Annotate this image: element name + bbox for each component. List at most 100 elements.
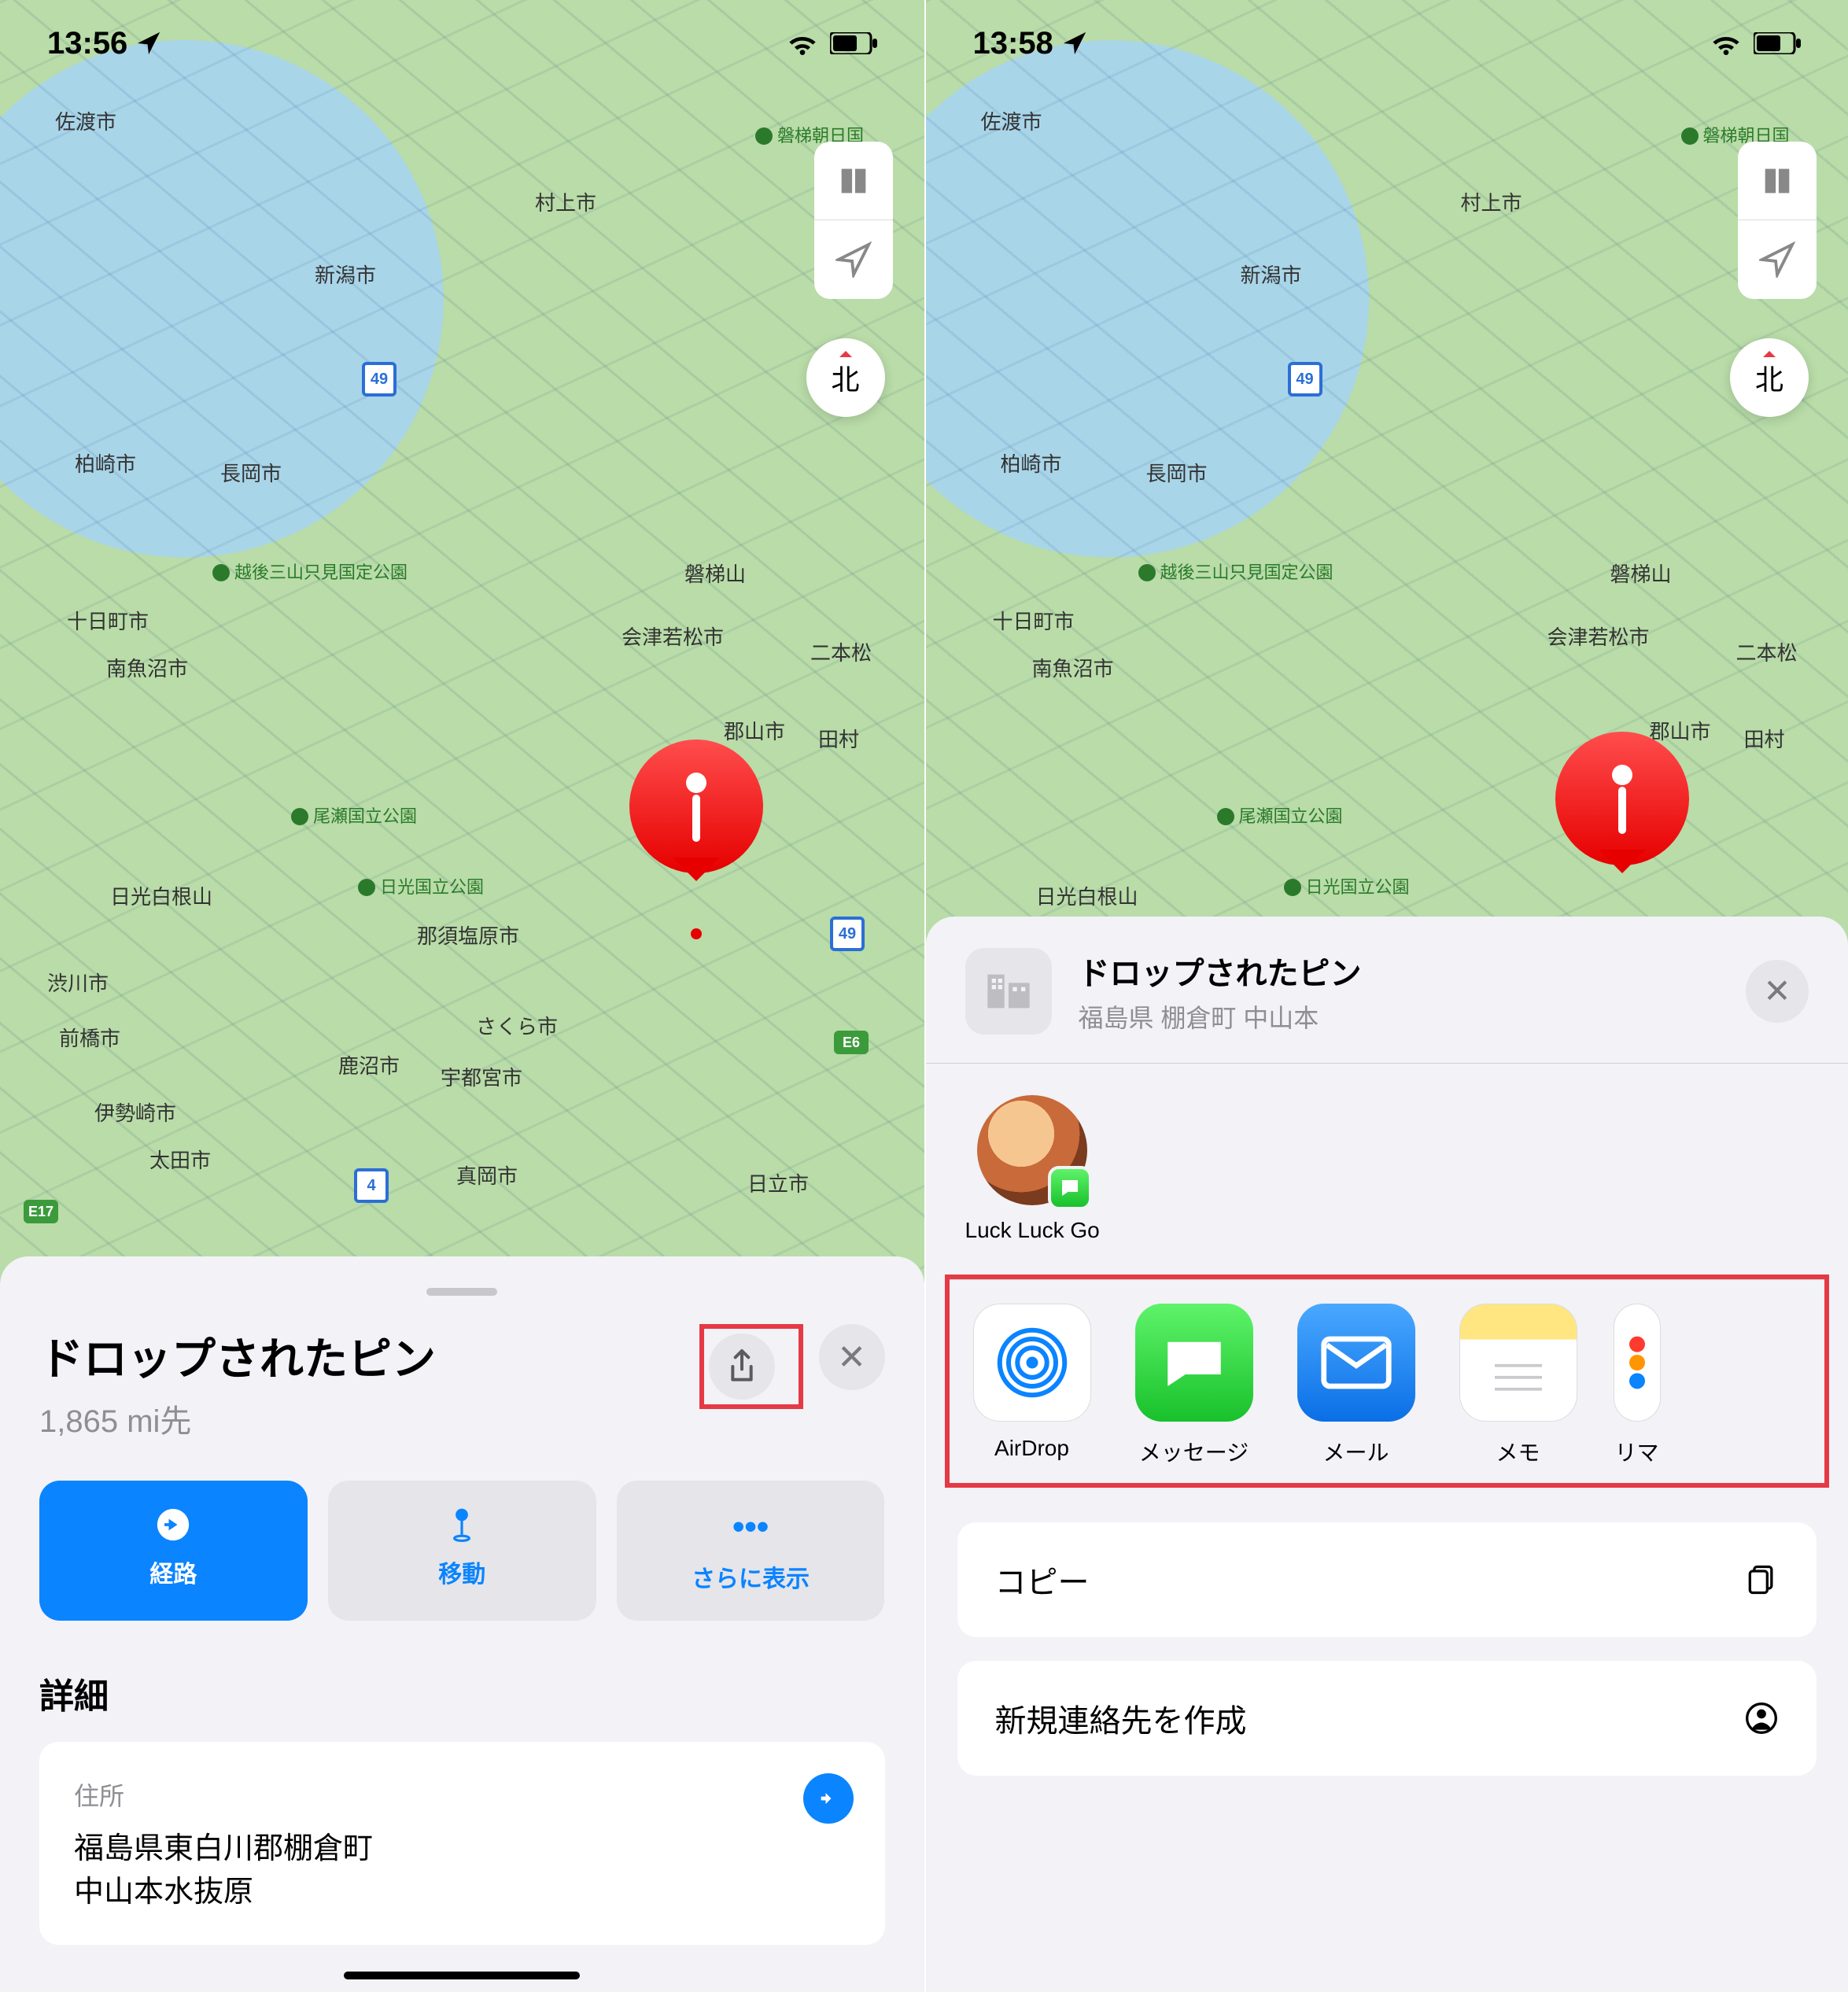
map-park-label: 尾瀬国立公園 bbox=[1217, 802, 1343, 828]
contact-icon bbox=[1744, 1701, 1779, 1736]
map-city-label: 南魚沼市 bbox=[1032, 653, 1114, 682]
map-city-label: 佐渡市 bbox=[981, 106, 1042, 135]
app-label: AirDrop bbox=[994, 1436, 1069, 1461]
route-shield: 4 bbox=[354, 1168, 389, 1203]
map-city-label: 長岡市 bbox=[1146, 458, 1208, 487]
locate-me-button[interactable] bbox=[1738, 220, 1817, 299]
map-layers-button[interactable] bbox=[1738, 142, 1817, 220]
address-card[interactable]: 住所 福島県東白川郡棚倉町 中山本水抜原 bbox=[39, 1742, 885, 1945]
place-thumbnail-icon bbox=[965, 948, 1052, 1035]
share-contact[interactable]: Luck Luck Go bbox=[965, 1095, 1100, 1243]
map-mode-buttons bbox=[1738, 142, 1817, 299]
place-title: ドロップされたピン bbox=[39, 1324, 699, 1388]
locate-me-button[interactable] bbox=[814, 220, 893, 299]
address-label: 住所 bbox=[74, 1776, 850, 1813]
map-park-label: 日光国立公園 bbox=[1284, 873, 1410, 898]
map-city-label: 太田市 bbox=[149, 1145, 211, 1174]
notes-icon bbox=[1459, 1304, 1577, 1422]
share-sheet: ドロップされたピン 福島県 棚倉町 中山本 ✕ Luck Luck Go bbox=[926, 917, 1848, 1992]
compass-button[interactable]: 北 bbox=[1730, 338, 1809, 417]
share-app-messages[interactable]: メッセージ bbox=[1127, 1304, 1261, 1467]
status-bar: 13:56 bbox=[0, 0, 924, 87]
map-mode-buttons bbox=[814, 142, 893, 299]
move-pin-button[interactable]: 移動 bbox=[328, 1481, 596, 1621]
compass-button[interactable]: 北 bbox=[806, 338, 885, 417]
contact-avatar bbox=[977, 1095, 1087, 1205]
share-apps-highlight-box: AirDrop メッセージ メール bbox=[945, 1275, 1830, 1488]
map-city-label: 日光白根山 bbox=[110, 881, 212, 910]
map-park-label: 越後三山只見国定公園 bbox=[212, 559, 408, 584]
share-subtitle: 福島県 棚倉町 中山本 bbox=[1079, 998, 1747, 1035]
reminders-icon bbox=[1614, 1304, 1661, 1422]
more-button[interactable]: ••• さらに表示 bbox=[617, 1481, 885, 1621]
card-grabber[interactable] bbox=[426, 1288, 497, 1296]
location-services-icon bbox=[135, 30, 162, 57]
directions-label: 経路 bbox=[149, 1555, 197, 1589]
close-button[interactable]: ✕ bbox=[819, 1324, 885, 1390]
route-shield: 49 bbox=[1288, 362, 1322, 397]
map-city-label: 那須塩原市 bbox=[417, 920, 519, 950]
address-line-1: 福島県東白川郡棚倉町 bbox=[74, 1824, 850, 1867]
map-city-label: 宇都宮市 bbox=[441, 1062, 522, 1091]
screen-pin-card: 13:56 北 ドロップされたピン bbox=[0, 0, 924, 1992]
map-park-label: 尾瀬国立公園 bbox=[291, 802, 417, 828]
close-button[interactable]: ✕ bbox=[1746, 960, 1809, 1023]
dropped-pin-marker[interactable] bbox=[1555, 732, 1689, 897]
battery-icon bbox=[830, 32, 877, 54]
map-city-label: 二本松 bbox=[1736, 637, 1798, 666]
map-city-label: 南魚沼市 bbox=[106, 653, 188, 682]
map-city-label: 磐梯山 bbox=[684, 559, 746, 588]
map-city-label: 柏崎市 bbox=[1001, 448, 1062, 478]
share-highlight-box bbox=[699, 1324, 803, 1409]
share-app-mail[interactable]: メール bbox=[1289, 1304, 1423, 1467]
details-heading: 詳細 bbox=[39, 1668, 885, 1718]
map-city-label: 田村 bbox=[1744, 724, 1785, 753]
share-app-notes[interactable]: メモ bbox=[1451, 1304, 1585, 1467]
directions-button[interactable]: 経路 bbox=[39, 1481, 308, 1621]
map-city-label: 会津若松市 bbox=[622, 622, 724, 651]
copy-action[interactable]: コピー bbox=[957, 1522, 1817, 1637]
map-city-label: さくら市 bbox=[476, 1011, 558, 1040]
share-apps-row: AirDrop メッセージ メール bbox=[965, 1304, 1809, 1467]
map-city-label: 渋川市 bbox=[47, 968, 109, 997]
map-city-label: 二本松 bbox=[810, 637, 872, 666]
share-button[interactable] bbox=[709, 1334, 775, 1400]
move-pin-icon bbox=[446, 1507, 478, 1542]
share-actions-list: コピー bbox=[957, 1522, 1817, 1637]
place-card: ドロップされたピン 1,865 mi先 ✕ 経路 移動 bbox=[0, 1256, 924, 1992]
copy-icon bbox=[1744, 1562, 1779, 1597]
map-park-label: 越後三山只見国定公園 bbox=[1138, 559, 1333, 584]
map-city-label: 磐梯山 bbox=[1610, 559, 1672, 588]
status-bar: 13:58 bbox=[926, 0, 1848, 87]
share-actions-list-2: 新規連絡先を作成 bbox=[957, 1661, 1817, 1776]
dropped-pin-marker[interactable] bbox=[629, 740, 763, 905]
share-app-reminders[interactable]: リマ bbox=[1614, 1304, 1661, 1467]
map-city-label: 新潟市 bbox=[315, 260, 376, 289]
wifi-icon bbox=[1710, 31, 1743, 55]
address-directions-icon[interactable] bbox=[803, 1773, 854, 1824]
map-city-label: 長岡市 bbox=[220, 458, 282, 487]
map-city-label: 十日町市 bbox=[67, 606, 149, 635]
home-indicator[interactable] bbox=[344, 1972, 580, 1979]
airdrop-icon bbox=[973, 1304, 1091, 1422]
status-time: 13:56 bbox=[47, 26, 127, 61]
new-contact-action[interactable]: 新規連絡先を作成 bbox=[957, 1661, 1817, 1776]
location-services-icon bbox=[1061, 30, 1088, 57]
map-city-label: 前橋市 bbox=[59, 1023, 120, 1052]
contact-name: Luck Luck Go bbox=[965, 1218, 1100, 1243]
more-icon: ••• bbox=[732, 1507, 769, 1547]
messages-icon bbox=[1135, 1304, 1253, 1422]
share-app-airdrop[interactable]: AirDrop bbox=[965, 1304, 1099, 1467]
status-time: 13:58 bbox=[973, 26, 1053, 61]
more-label: さらに表示 bbox=[692, 1559, 810, 1594]
screen-share-sheet: 13:58 北 bbox=[924, 0, 1848, 1992]
map-city-label: 真岡市 bbox=[456, 1160, 518, 1190]
map-park-label: 日光国立公園 bbox=[358, 873, 484, 898]
messages-badge-icon bbox=[1048, 1166, 1092, 1210]
wifi-icon bbox=[786, 31, 819, 55]
pin-shadow-dot bbox=[691, 928, 702, 939]
app-label: メッセージ bbox=[1139, 1436, 1249, 1467]
map-city-label: 日光白根山 bbox=[1036, 881, 1138, 910]
map-city-label: 日立市 bbox=[747, 1168, 809, 1197]
map-layers-button[interactable] bbox=[814, 142, 893, 220]
